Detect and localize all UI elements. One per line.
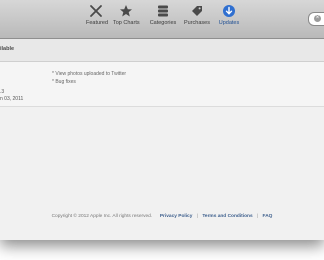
copyright-text: Copyright © 2012 Apple Inc. All rights r… [51,214,153,219]
tag-icon [192,6,202,16]
release-note-item: * View photos uploaded to Twitter [52,71,127,77]
privacy-policy-link[interactable]: Privacy Policy [160,214,193,219]
toolbar-item-top-charts[interactable]: Top Charts [113,4,140,36]
clear-search-icon[interactable]: × [314,15,321,22]
featured-icon [90,5,102,17]
toolbar-item-purchases[interactable]: Purchases [184,4,210,36]
terms-link[interactable]: Terms and Conditions [202,214,252,219]
toolbar-label-categories: Categories [149,20,177,26]
release-note-item: * Bug fixes [52,78,76,85]
toolbar-label-purchases: Purchases [184,20,210,26]
toolbar-label-top-charts: Top Charts [113,20,140,26]
toolbar-item-categories[interactable]: Categories [149,4,177,36]
footer-separator: | [196,214,198,219]
toolbar-item-featured[interactable]: Featured [86,4,109,36]
update-row: .3 n 03, 2011 * View photos uploaded to … [0,62,324,107]
footer: Copyright © 2012 Apple Inc. All rights r… [0,214,324,219]
app-store-window: Featured Top Charts Categories Purchases [0,0,324,240]
toolbar: Featured Top Charts Categories Purchases [0,0,324,39]
app-meta: .3 n 03, 2011 [0,89,23,102]
section-title: ilable [0,46,15,52]
toolbar-label-featured: Featured [86,20,109,26]
section-header: ilable [0,39,324,62]
toolbar-label-updates: Updates [218,20,240,26]
release-notes: * View photos uploaded to Twitter * Bug … [52,71,126,86]
categories-icon [158,5,168,17]
footer-separator: | [256,214,259,219]
faq-link[interactable]: FAQ [263,214,273,219]
star-icon [120,5,132,17]
release-date: n 03, 2011 [0,95,24,102]
updates-icon [223,5,235,17]
search-field[interactable]: × [308,12,324,26]
toolbar-item-updates[interactable]: Updates [217,4,241,36]
